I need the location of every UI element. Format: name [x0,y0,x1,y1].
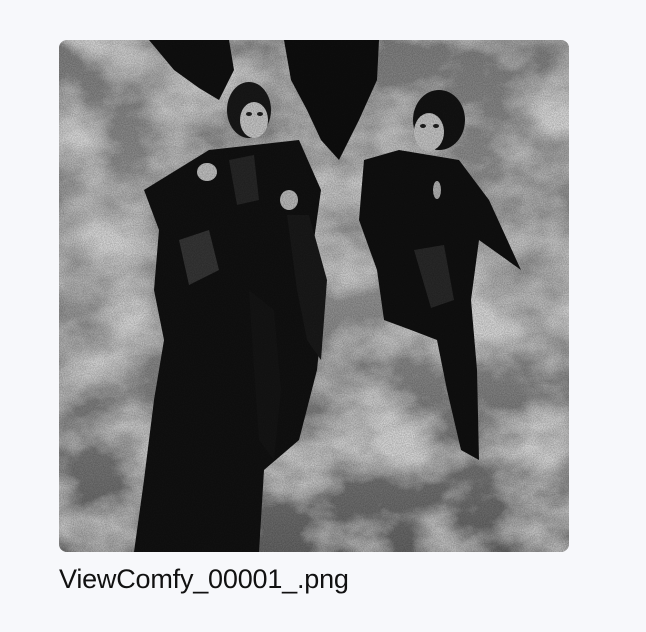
image-filename: ViewComfy_00001_.png [59,564,349,594]
image-preview [59,40,569,552]
image-thumbnail[interactable] [59,40,569,552]
